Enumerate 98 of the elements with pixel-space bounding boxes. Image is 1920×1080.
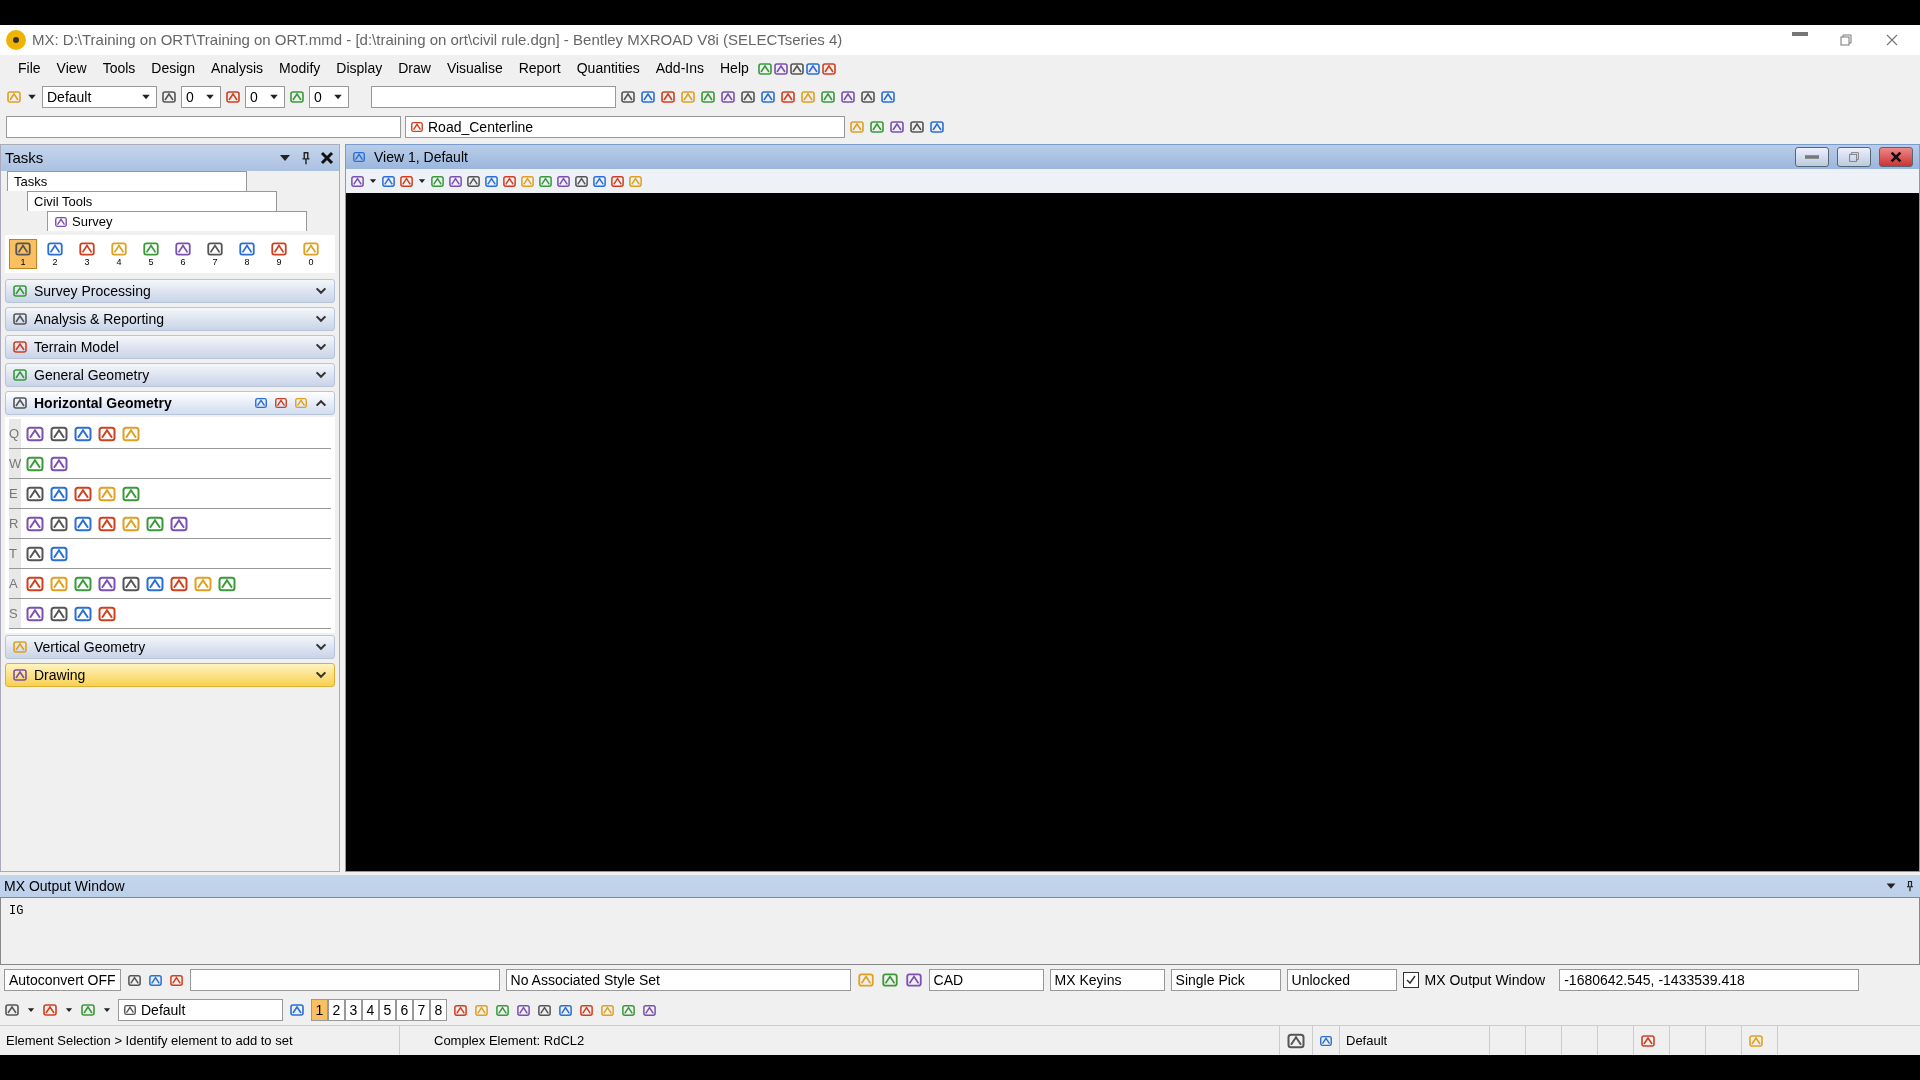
- menu-item[interactable]: Display: [328, 58, 391, 79]
- tool-icon: [302, 240, 320, 258]
- style-set-dropdown[interactable]: No Associated Style Set: [505, 969, 851, 991]
- view-number-button[interactable]: 1: [311, 999, 328, 1021]
- menu-item[interactable]: File: [10, 58, 49, 79]
- menu-item[interactable]: Draw: [390, 58, 439, 79]
- tool-icon: [14, 240, 32, 258]
- minimize-icon: [1805, 155, 1819, 159]
- window-title: MX: D:\Training on ORT\Training on ORT.mmd - [d:\training on ort\civil rule.dgn] - Bentley MXROAD V8i (SELECTseries 4): [32, 29, 843, 50]
- shortcut-key: Q: [9, 419, 21, 448]
- view-group-dropdown[interactable]: Default: [118, 999, 283, 1021]
- tool-button[interactable]: 0: [297, 239, 325, 269]
- tool-icon: [270, 240, 288, 258]
- count-dropdown[interactable]: 0: [181, 86, 221, 108]
- autoconvert-label: Autoconvert OFF: [4, 969, 121, 991]
- count-dropdown[interactable]: 0: [309, 86, 349, 108]
- menu-item[interactable]: Modify: [271, 58, 329, 79]
- tool-icon: [174, 240, 192, 258]
- menu-item[interactable]: Analysis: [202, 58, 272, 79]
- menu-item[interactable]: Add-Ins: [647, 58, 712, 79]
- section-header[interactable]: General Geometry: [5, 363, 335, 387]
- restore-icon[interactable]: [1838, 32, 1854, 48]
- shortcut-key: R: [9, 509, 21, 538]
- view-number-button[interactable]: 6: [396, 999, 413, 1021]
- view-number-button[interactable]: 3: [345, 999, 362, 1021]
- section-header[interactable]: Terrain Model: [5, 335, 335, 359]
- menu-item[interactable]: Quantities: [568, 58, 648, 79]
- style-dropdown[interactable]: Default: [42, 86, 157, 108]
- menu-item[interactable]: Report: [510, 58, 569, 79]
- count-dropdown[interactable]: 0: [245, 86, 285, 108]
- panel-title: Tasks: [5, 147, 44, 168]
- mode-dropdown[interactable]: MX Keyins: [1049, 969, 1165, 991]
- tool-button[interactable]: 3: [73, 239, 101, 269]
- mode-dropdown[interactable]: Unlocked: [1286, 969, 1397, 991]
- restore-button[interactable]: [1837, 147, 1871, 167]
- tool-icon: [238, 240, 256, 258]
- app-logo: [6, 30, 26, 50]
- section-header[interactable]: Drawing: [5, 663, 335, 687]
- view-number-button[interactable]: 8: [430, 999, 447, 1021]
- mode-dropdown[interactable]: Single Pick: [1170, 969, 1281, 991]
- tool-button[interactable]: 8: [233, 239, 261, 269]
- view-number-button[interactable]: 5: [379, 999, 396, 1021]
- feature-dropdown[interactable]: Road_Centerline: [405, 116, 845, 138]
- checkbox-label: MX Output Window: [1424, 970, 1546, 990]
- breadcrumb-tab[interactable]: Civil Tools: [27, 191, 277, 211]
- close-button[interactable]: [1879, 147, 1913, 167]
- tool-button[interactable]: 7: [201, 239, 229, 269]
- section-icon: [12, 395, 28, 411]
- section-header[interactable]: Horizontal Geometry: [5, 391, 335, 415]
- tool-icon: [206, 240, 224, 258]
- feature-search-field[interactable]: [6, 116, 401, 138]
- coordinates-readout: -1680642.545, -1433539.418: [1559, 969, 1860, 991]
- minimize-button[interactable]: [1795, 147, 1829, 167]
- tool-icon: [110, 240, 128, 258]
- section-icon: [12, 667, 28, 683]
- shortcut-key: W: [9, 449, 21, 478]
- restore-icon: [1847, 150, 1861, 164]
- shortcut-key: A: [9, 569, 21, 598]
- menu-item[interactable]: Tools: [94, 58, 144, 79]
- dropdown-field[interactable]: [371, 86, 616, 108]
- section-header[interactable]: Survey Processing: [5, 279, 335, 303]
- breadcrumb-tab[interactable]: Survey: [47, 211, 307, 231]
- menu-item[interactable]: Help: [712, 58, 757, 79]
- shortcut-key: E: [9, 479, 21, 508]
- mode-dropdown[interactable]: CAD: [928, 969, 1044, 991]
- keyin-field[interactable]: [189, 969, 500, 991]
- tool-icon: [78, 240, 96, 258]
- breadcrumb-tab[interactable]: Tasks: [7, 171, 247, 191]
- tool-button[interactable]: 1: [9, 239, 37, 269]
- tool-button[interactable]: 4: [105, 239, 133, 269]
- view-title: View 1, Default: [374, 147, 468, 167]
- tool-button[interactable]: 6: [169, 239, 197, 269]
- close-icon: [1889, 150, 1903, 164]
- tool-button[interactable]: 2: [41, 239, 69, 269]
- section-icon: [12, 367, 28, 383]
- tool-button[interactable]: 5: [137, 239, 165, 269]
- pin-icon[interactable]: [1904, 880, 1916, 892]
- view-number-button[interactable]: 2: [328, 999, 345, 1021]
- shortcut-key: S: [9, 599, 21, 628]
- view-number-button[interactable]: 4: [362, 999, 379, 1021]
- menu-item[interactable]: Visualise: [438, 58, 511, 79]
- menu-item[interactable]: View: [48, 58, 95, 79]
- tool-icon: [46, 240, 64, 258]
- tool-button[interactable]: 9: [265, 239, 293, 269]
- section-icon: [12, 639, 28, 655]
- output-checkbox[interactable]: [1402, 972, 1419, 988]
- shortcut-key: T: [9, 539, 21, 568]
- view-number-button[interactable]: 7: [413, 999, 430, 1021]
- output-text: IG: [9, 903, 24, 920]
- menu-item[interactable]: Design: [143, 58, 203, 79]
- section-header[interactable]: Vertical Geometry: [5, 635, 335, 659]
- output-title: MX Output Window: [4, 876, 125, 896]
- tool-icon: [142, 240, 160, 258]
- section-icon: [12, 311, 28, 327]
- close-icon[interactable]: [319, 150, 335, 166]
- section-icon: [12, 339, 28, 355]
- section-header[interactable]: Analysis & Reporting: [5, 307, 335, 331]
- section-icon: [12, 283, 28, 299]
